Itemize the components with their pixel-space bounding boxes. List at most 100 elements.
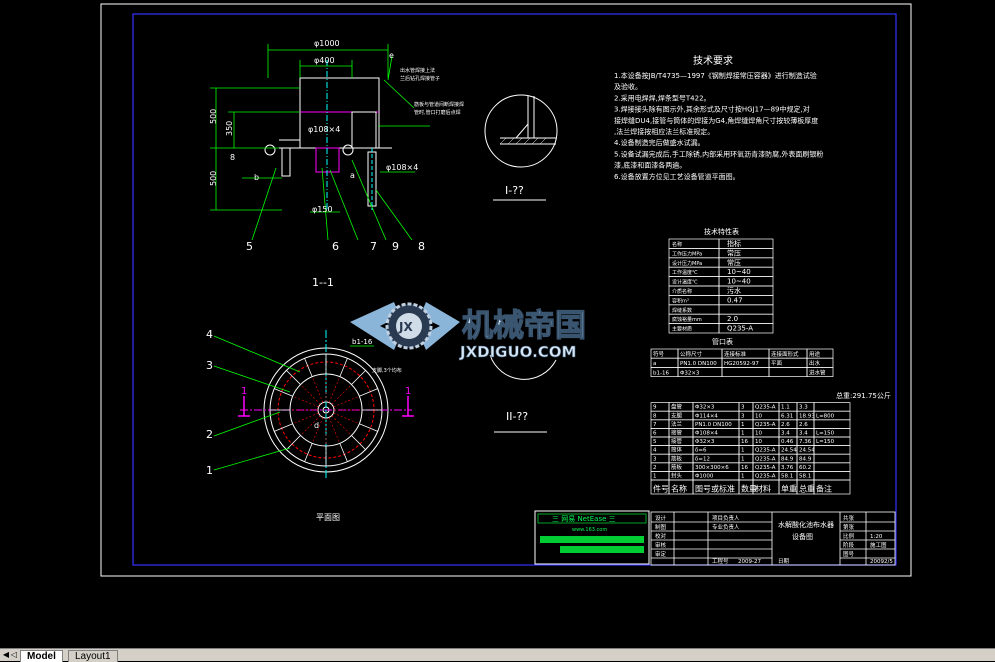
plan-spoke [359,388,378,397]
bom-text: 8 [653,413,657,419]
tb-left-4: 审定 [655,550,667,558]
bom-text: 1.1 [781,405,790,411]
nozzle-table-text: PN1.0 DN100 [680,361,717,367]
bom-text: 备注 [816,484,832,494]
bom-text: 1 [653,474,657,480]
tab-layout1[interactable]: Layout1 [68,650,118,662]
callout-1: 1 [206,464,213,477]
tech-req-line: 及验收。 [614,82,642,91]
bom-text: 盘管 [671,403,683,411]
bom-text: 3.3 [799,405,808,411]
tech-req-line: 4.设备制造完后做盛水试漏。 [614,138,705,147]
nozzle-table-cell [768,367,808,377]
tech-table-key: 焊缝系数 [672,307,692,314]
bom-text: 接管 [671,437,683,445]
tech-table-value: 10~40 [727,268,751,276]
label-d: d [314,421,319,430]
bom-cell [813,445,851,455]
detail-i-hatch [499,137,547,145]
nozzle-table-text: 用途 [809,350,821,358]
tb-drawing-name-2: 设备图 [792,532,813,541]
bom-cell [813,462,851,472]
label-b1-16: b1-16 [352,338,373,346]
bom-text: Φ114×4 [695,413,718,419]
bom-text: L=800 [816,413,835,419]
svg-text:出水管焊接上法: 出水管焊接上法 [400,67,435,74]
bom-text: Φ32×3 [695,439,715,445]
bom-text: 4 [653,448,657,454]
plan-spoke [351,435,366,450]
drawing-canvas[interactable]: φ1000 φ400 φ108×4 φ108×4 φ150 500 350 50… [0,0,995,648]
watermark-badge: JX [398,320,413,334]
tech-req-line: 2.采用电焊焊,焊条型号T422。 [614,93,711,102]
bom-text: 3.4 [799,431,808,437]
bom-text: 7.36 [799,439,812,445]
bom-text: δ=6 [695,448,707,454]
bom-text: 筋板 [671,463,683,471]
total-weight: 总重:291.75公斤 [836,391,891,400]
plan-view-title: 平面图 [316,513,340,522]
bom-cell [813,402,851,412]
bom-text: 3 [653,456,657,462]
plan-spoke [339,358,348,377]
tech-table-key: 工作压力MPa [672,250,702,257]
bom-text: 2.6 [781,422,790,428]
nozzle-table-text: 符号 [653,350,665,358]
tab-nav-prev-icon[interactable]: ◁ [10,649,18,661]
bom-text: 总重 [799,484,815,494]
dim-phi1000: φ1000 [314,39,340,48]
plan-pipe [333,395,360,408]
stamp-title: 三 网易 NetEase 三 [552,515,616,523]
svg-text:1: 1 [405,386,411,397]
plan-spoke [286,435,301,450]
plan-spoke [351,370,366,385]
tech-table-key: 名称 [672,241,682,248]
bom-text: 3 [741,405,745,411]
dim-8: 8 [230,153,235,162]
tech-table-value: 污水 [727,286,741,295]
plan-spoke [359,423,378,432]
tech-table-title: 技术特性表 [704,227,739,236]
bom-text: 6.31 [781,413,793,419]
tech-table-key: 腐蚀裕量mm [672,316,702,323]
bom-text: 9 [653,405,657,411]
nozzle-table: 符号 公称尺寸 连接标准 连接面形式 用途 a PN1.0 DN100 HG20592-97 平… [650,348,834,377]
callout-5: 5 [246,240,253,253]
callout-7: 7 [370,240,377,253]
tab-nav-first-icon[interactable]: ◀ [2,649,10,661]
callouts-plan: 4 3 2 1 [206,328,213,477]
plan-spoke [304,443,313,462]
bom-text: 0.46 [781,439,794,445]
bom-text: Φ32×3 [695,405,715,411]
callout-3: 3 [206,359,213,372]
bom-text: L=150 [816,431,835,437]
bom-text: 5 [653,439,657,445]
bom-text: PN1.0 DN100 [695,422,732,428]
tech-table-cell [718,304,774,315]
bom-text: 封头 [671,472,683,480]
plan-pipe [331,415,352,436]
bom-text: Φ1000 [695,474,714,480]
callout-9: 9 [392,240,399,253]
label-e: e [389,51,394,60]
tech-req-line: 6.设备放置方位见工艺设备管道平面图。 [614,172,740,181]
bom-text: 接管 [671,429,683,437]
bom-cell [813,453,851,464]
bom-text: 16 [741,465,748,471]
tech-req-line: 漆,底漆和面漆各两遍。 [614,161,686,170]
bom-text: 支腿 [671,411,683,419]
tb-mid-0: 项目负责人 [712,514,740,522]
bom-text: 60.2 [799,465,811,471]
svg-text:1: 1 [241,386,247,397]
nozzle-table-text: Φ32×3 [680,370,700,376]
tech-table-value: 指标 [727,239,741,248]
watermark-cn: 机械帝国 [462,308,586,344]
tech-table-key: 设计压力MPa [672,260,702,267]
section-view-title: 1--1 [312,276,334,289]
plan-pipe [300,384,321,405]
callout-6: 6 [332,240,339,253]
tab-model[interactable]: Model [20,650,63,662]
bom-text: 10 [755,431,762,437]
bom-text: 名称 [671,484,687,494]
bom-text: Q235-A [755,465,776,471]
